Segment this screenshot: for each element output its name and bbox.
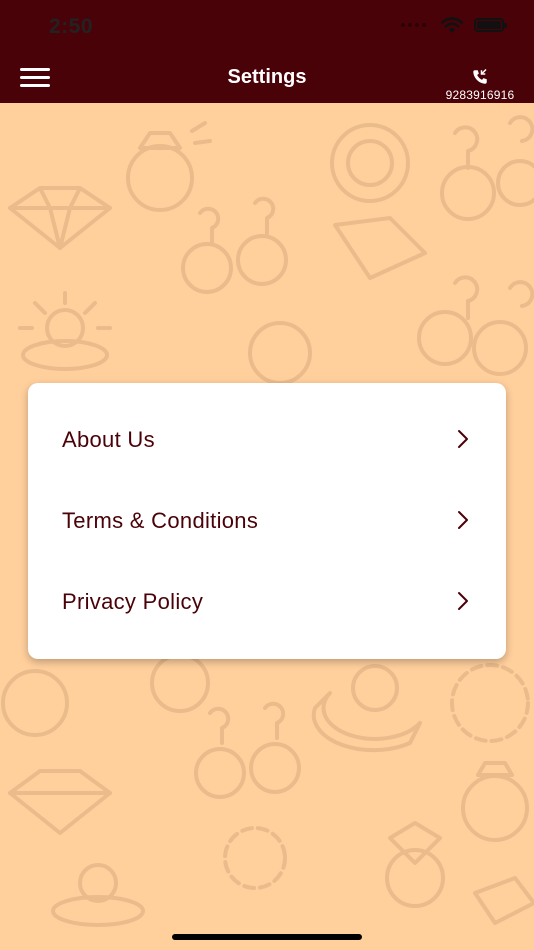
about-us-label: About Us	[62, 427, 155, 452]
chevron-right-icon	[458, 430, 468, 448]
settings-card: About Us Terms & Conditions Privacy Poli…	[28, 383, 506, 659]
phone-number: 9283916916	[445, 88, 515, 102]
nav-bar: Settings 9283916916	[0, 56, 534, 103]
privacy-policy-item[interactable]: Privacy Policy	[28, 561, 506, 642]
call-button[interactable]: 9283916916	[440, 68, 520, 102]
terms-conditions-label: Terms & Conditions	[62, 508, 259, 533]
chevron-right-icon	[458, 592, 468, 610]
cellular-signal-icon	[401, 23, 426, 27]
status-time: 2:50	[49, 15, 94, 38]
wifi-icon	[440, 17, 464, 33]
status-icons	[401, 16, 507, 34]
phone-icon	[473, 68, 487, 84]
status-bar: 2:50	[0, 0, 534, 56]
battery-icon	[474, 18, 507, 32]
privacy-policy-label: Privacy Policy	[62, 589, 204, 614]
about-us-item[interactable]: About Us	[28, 399, 506, 480]
terms-conditions-item[interactable]: Terms & Conditions	[28, 480, 506, 561]
chevron-right-icon	[458, 511, 468, 529]
home-indicator[interactable]	[172, 934, 362, 940]
